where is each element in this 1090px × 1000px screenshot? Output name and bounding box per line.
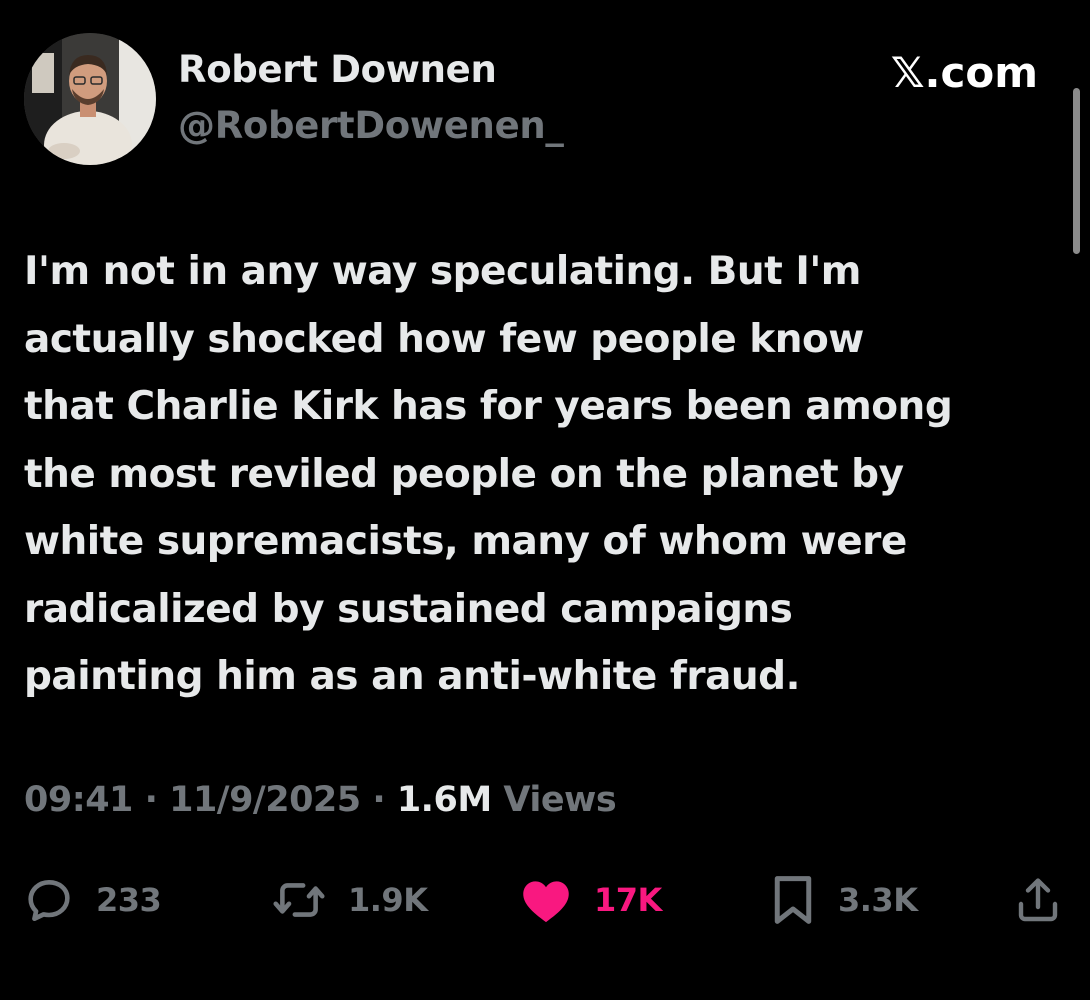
tweet-meta: 09:41 · 11/9/2025 · 1.6M Views xyxy=(24,780,617,820)
views-count: 1.6M xyxy=(396,780,492,820)
heart-icon xyxy=(523,881,569,923)
meta-separator: · xyxy=(144,780,158,820)
x-brand-logo: 𝕏.com xyxy=(890,48,1038,97)
views-label: Views xyxy=(503,780,617,820)
meta-separator: · xyxy=(372,780,386,820)
repost-count: 1.9K xyxy=(348,881,428,919)
repost-icon xyxy=(273,883,325,917)
tweet-text-line: painting him as an anti-white fraud. xyxy=(24,654,800,699)
share-icon xyxy=(1018,878,1058,922)
tweet-text-line: radicalized by sustained campaigns xyxy=(24,586,793,632)
like-button[interactable]: 17K xyxy=(520,870,662,930)
like-count: 17K xyxy=(594,881,662,919)
reply-button[interactable]: 233 xyxy=(24,870,162,930)
tweet-text-line: white supremacists, many of whom were xyxy=(24,519,907,564)
action-bar: 233 1.9K 17K 3.3K xyxy=(0,870,1090,940)
tweet-text-line: that Charlie Kirk has for years been amo… xyxy=(24,384,953,429)
share-button[interactable] xyxy=(1014,870,1062,930)
scrollbar[interactable] xyxy=(1073,88,1080,254)
tweet-text-line: actually shocked how few people know xyxy=(24,316,864,362)
repost-button[interactable]: 1.9K xyxy=(272,870,428,930)
user-handle[interactable]: @RobertDowenen_ xyxy=(178,104,564,147)
reply-count: 233 xyxy=(96,881,162,919)
tweet-text-line: the most reviled people on the planet by xyxy=(24,451,904,497)
bookmark-button[interactable]: 3.3K xyxy=(770,870,918,930)
reply-icon xyxy=(28,880,70,922)
display-name[interactable]: Robert Downen xyxy=(178,48,497,91)
tweet-text-line: I'm not in any way speculating. But I'm xyxy=(24,249,861,294)
tweet-time[interactable]: 09:41 xyxy=(24,780,133,820)
tweet-text: I'm not in any way speculating. But I'm … xyxy=(24,238,1064,711)
avatar[interactable] xyxy=(24,33,156,165)
bookmark-icon xyxy=(774,876,812,924)
bookmark-count: 3.3K xyxy=(838,881,918,919)
avatar-photo xyxy=(24,33,156,165)
tweet-date[interactable]: 11/9/2025 xyxy=(169,780,361,820)
